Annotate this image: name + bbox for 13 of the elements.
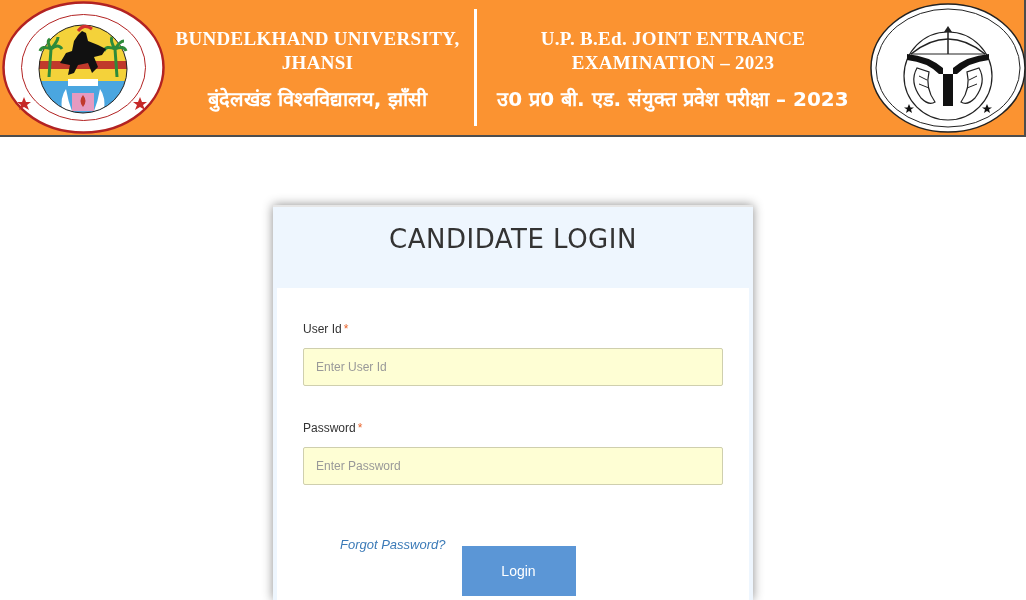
field-label: Password * <box>303 421 363 435</box>
input-field[interactable]: Enter Password <box>303 447 723 485</box>
exam-title: EXAMINATION – 2023 <box>570 50 776 75</box>
login-button[interactable]: Login <box>461 546 576 596</box>
forgot-password-link[interactable]: Forgot Password? <box>340 537 446 552</box>
university-name: JHANSI <box>280 50 355 75</box>
exam-title-hindi: उ0 प्र0 बी. एड. संयुक्त प्रवेश परीक्षा – 2023 <box>495 85 850 113</box>
exam-title: U.P. B.Ed. JOINT ENTRANCE <box>539 26 807 51</box>
login-title: CANDIDATE LOGIN <box>389 223 637 256</box>
field-label: User Id * <box>303 322 349 336</box>
input-field[interactable]: Enter User Id <box>303 348 723 386</box>
university-name-hindi: बुंदेलखंड विश्वविद्यालय, झाँसी <box>206 85 429 113</box>
university-name: BUNDELKHAND UNIVERSITY, <box>174 26 461 51</box>
